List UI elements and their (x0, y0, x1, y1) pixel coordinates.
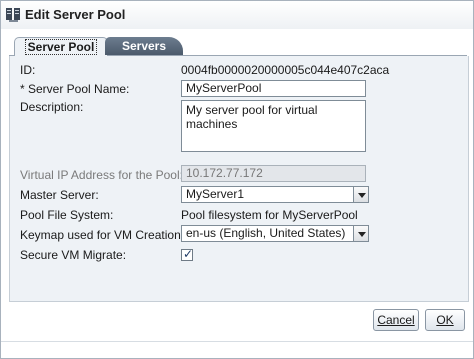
server-pool-name-input[interactable]: MyServerPool (181, 80, 366, 97)
id-value: 0004fb0000020000005c044e407c2aca (181, 63, 390, 77)
checkmark-icon: ✓ (183, 247, 194, 261)
tab-servers-label: Servers (121, 39, 167, 53)
virtual-ip-label: Virtual IP Address for the Pool: (20, 168, 183, 182)
tab-server-pool-label: Server Pool (24, 39, 98, 55)
master-server-label: Master Server: (20, 188, 99, 202)
server-pool-name-value: MyServerPool (186, 81, 262, 95)
chevron-down-icon[interactable] (353, 225, 369, 242)
bottom-divider (1, 341, 473, 342)
tab-bar: Server Pool Servers (9, 36, 467, 56)
pool-file-system-value: Pool filesystem for MyServerPool (181, 208, 358, 222)
cancel-button[interactable]: Cancel (373, 309, 419, 331)
server-pool-name-label: * Server Pool Name: (20, 82, 130, 96)
server-pool-panel: ID: 0004fb0000020000005c044e407c2aca * S… (9, 56, 469, 302)
ok-button[interactable]: OK (425, 309, 465, 331)
keymap-value: en-us (English, United States) (186, 226, 346, 240)
master-server-select[interactable]: MyServer1 (181, 186, 369, 203)
virtual-ip-input: 10.172.77.172 (181, 165, 366, 182)
description-label: Description: (20, 100, 84, 114)
pool-file-system-label: Pool File System: (20, 208, 114, 222)
id-label: ID: (20, 63, 36, 77)
master-server-value: MyServer1 (186, 187, 245, 201)
description-value: My server pool for virtual machines (186, 103, 318, 131)
title-bar: Edit Server Pool (1, 1, 473, 29)
virtual-ip-value: 10.172.77.172 (186, 166, 263, 180)
secure-vm-migrate-label: Secure VM Migrate: (20, 248, 127, 262)
description-textarea[interactable]: My server pool for virtual machines (181, 100, 366, 152)
tab-server-pool[interactable]: Server Pool (14, 37, 108, 56)
server-pool-icon (6, 8, 20, 22)
tab-servers[interactable]: Servers (105, 37, 183, 55)
keymap-label: Keymap used for VM Creation: (20, 228, 185, 242)
chevron-down-icon[interactable] (353, 186, 369, 203)
secure-vm-migrate-checkbox[interactable]: ✓ (181, 247, 194, 261)
edit-server-pool-dialog: Edit Server Pool Server Pool Servers ID:… (0, 0, 474, 359)
keymap-select[interactable]: en-us (English, United States) (181, 225, 369, 242)
dialog-title: Edit Server Pool (25, 7, 126, 22)
